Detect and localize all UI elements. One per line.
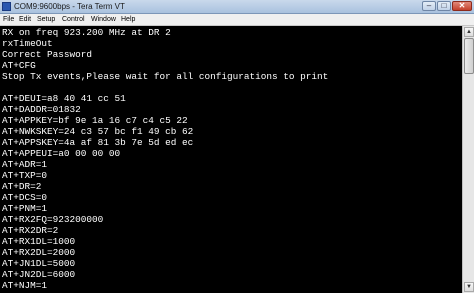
teraterm-app-icon bbox=[2, 2, 11, 11]
menu-file[interactable]: File bbox=[3, 14, 14, 25]
terminal-line: AT+JN1DL=5000 bbox=[2, 258, 76, 269]
terminal-line: AT+DR=2 bbox=[2, 181, 42, 192]
terminal-line: AT+CFG bbox=[2, 60, 36, 71]
menu-edit[interactable]: Edit bbox=[19, 14, 31, 25]
menu-window[interactable]: Window bbox=[91, 14, 116, 25]
terminal-line: AT+RX1DL=1000 bbox=[2, 236, 76, 247]
terminal-line: Stop Tx events,Please wait for all confi… bbox=[2, 71, 329, 82]
terminal-line: AT+DEUI=a8 40 41 cc 51 bbox=[2, 93, 126, 104]
terminal-line: Correct Password bbox=[2, 49, 93, 60]
terminal-line: AT+DCS=0 bbox=[2, 192, 48, 203]
scroll-up-icon[interactable]: ▲ bbox=[464, 27, 474, 37]
scroll-down-icon[interactable]: ▼ bbox=[464, 282, 474, 292]
terminal-line: AT+RX2DL=2000 bbox=[2, 247, 76, 258]
terminal-line: AT+JN2DL=6000 bbox=[2, 269, 76, 280]
menu-setup[interactable]: Setup bbox=[37, 14, 55, 25]
menu-help[interactable]: Help bbox=[121, 14, 135, 25]
terminal-line: AT+RX2DR=2 bbox=[2, 225, 59, 236]
scroll-thumb[interactable] bbox=[464, 38, 474, 74]
close-button[interactable]: ✕ bbox=[452, 1, 472, 11]
window-title: COM9:9600bps - Tera Term VT bbox=[14, 2, 125, 11]
menu-bar: File Edit Setup Control Window Help bbox=[0, 14, 474, 26]
terminal-line: rxTimeOut bbox=[2, 38, 53, 49]
terminal-line: AT+APPSKEY=4a af 81 3b 7e 5d ed ec bbox=[2, 137, 194, 148]
terminal-line: AT+APPKEY=bf 9e 1a 16 c7 c4 c5 22 bbox=[2, 115, 188, 126]
terminal-line: AT+NJM=1 bbox=[2, 280, 48, 291]
maximize-button[interactable]: □ bbox=[437, 1, 451, 11]
menu-control[interactable]: Control bbox=[62, 14, 85, 25]
terminal-output[interactable]: RX on freq 923.200 MHz at DR 2 rxTimeOut… bbox=[0, 26, 462, 293]
terminal-line: AT+RX2FQ=923200000 bbox=[2, 214, 104, 225]
minimize-button[interactable]: – bbox=[422, 1, 436, 11]
terminal-line: AT+DADDR=01832 bbox=[2, 104, 81, 115]
terminal-line: RX on freq 923.200 MHz at DR 2 bbox=[2, 27, 171, 38]
terminal-line: AT+TXP=0 bbox=[2, 170, 48, 181]
vertical-scrollbar[interactable]: ▲ ▼ bbox=[462, 26, 474, 293]
terminal-line: AT+NWKSKEY=24 c3 57 bc f1 49 cb 62 bbox=[2, 126, 194, 137]
terminal-line: AT+ADR=1 bbox=[2, 159, 48, 170]
terminal-line: AT+APPEUI=a0 00 00 00 bbox=[2, 148, 121, 159]
terminal-line: AT+PNM=1 bbox=[2, 203, 48, 214]
title-bar[interactable]: COM9:9600bps - Tera Term VT – □ ✕ bbox=[0, 0, 474, 14]
